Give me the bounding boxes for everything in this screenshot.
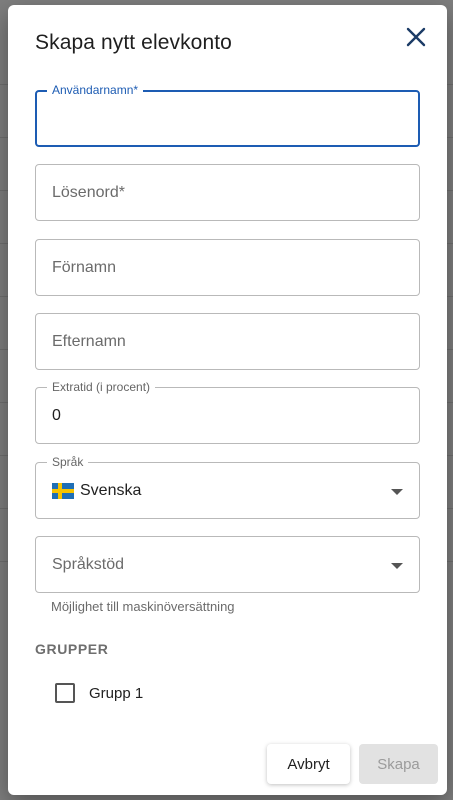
cancel-button[interactable]: Avbryt bbox=[267, 744, 350, 784]
language-support-placeholder: Språkstöd bbox=[52, 555, 125, 573]
close-button[interactable] bbox=[401, 22, 431, 52]
first-name-placeholder: Förnamn bbox=[52, 258, 117, 276]
language-value: Svenska bbox=[80, 481, 142, 499]
username-field[interactable]: Användarnamn* bbox=[35, 83, 420, 147]
language-support-select[interactable]: Språkstöd bbox=[35, 536, 420, 593]
group-label: Grupp 1 bbox=[89, 684, 144, 702]
group-checkbox[interactable] bbox=[55, 683, 75, 703]
language-label: Språk bbox=[47, 455, 89, 469]
chevron-down-icon bbox=[391, 488, 403, 495]
dialog-title: Skapa nytt elevkonto bbox=[35, 31, 232, 54]
first-name-field[interactable]: Förnamn bbox=[35, 239, 420, 296]
group-checkbox-row[interactable]: Grupp 1 bbox=[55, 683, 143, 703]
sweden-flag-icon bbox=[52, 482, 74, 499]
last-name-field[interactable]: Efternamn bbox=[35, 313, 420, 370]
language-support-helper: Möjlighet till maskinöversättning bbox=[51, 599, 235, 614]
extra-time-label: Extratid (i procent) bbox=[47, 380, 156, 394]
create-student-dialog: Skapa nytt elevkonto Användarnamn* Lösen… bbox=[8, 5, 447, 795]
extra-time-field[interactable]: Extratid (i procent) 0 bbox=[35, 380, 420, 444]
groups-title: GRUPPER bbox=[35, 641, 109, 657]
last-name-placeholder: Efternamn bbox=[52, 332, 126, 350]
password-placeholder: Lösenord* bbox=[52, 183, 125, 201]
create-button[interactable]: Skapa bbox=[359, 744, 438, 784]
extra-time-value: 0 bbox=[52, 407, 61, 424]
password-field[interactable]: Lösenord* bbox=[35, 164, 420, 221]
chevron-down-icon bbox=[391, 562, 403, 569]
username-label: Användarnamn* bbox=[47, 83, 144, 97]
language-select[interactable]: Språk Svenska bbox=[35, 455, 420, 519]
close-icon bbox=[406, 27, 426, 47]
